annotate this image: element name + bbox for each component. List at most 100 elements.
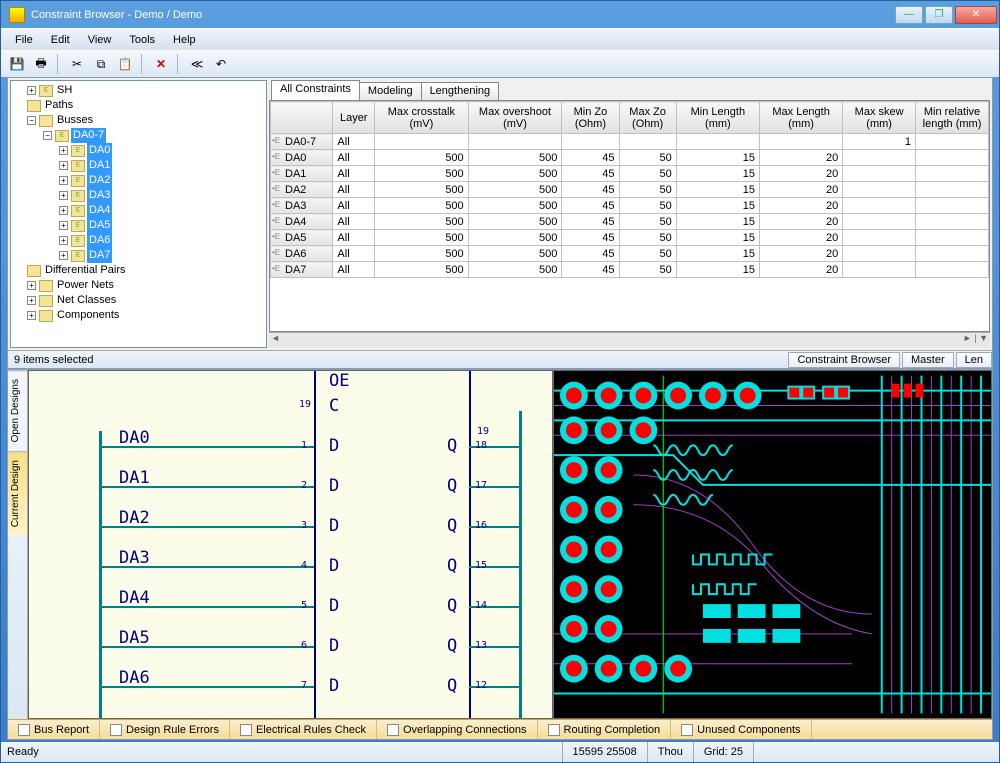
tab-overlapping[interactable]: Overlapping Connections xyxy=(377,720,538,739)
cell-layer[interactable]: All xyxy=(333,230,375,246)
cell-crosstalk[interactable] xyxy=(375,134,469,150)
cell-overshoot[interactable]: 500 xyxy=(468,198,562,214)
tab-all-constraints[interactable]: All Constraints xyxy=(271,80,360,100)
cell-maxlen[interactable]: 20 xyxy=(759,150,842,166)
cell-layer[interactable]: All xyxy=(333,150,375,166)
tab-unused[interactable]: Unused Components xyxy=(671,720,811,739)
tree-node-da7[interactable]: DA7 xyxy=(87,248,112,263)
print-icon[interactable]: 🖶 xyxy=(31,54,51,74)
cell-overshoot[interactable]: 500 xyxy=(468,150,562,166)
collapse-icon[interactable]: − xyxy=(27,116,36,125)
cell-maxlen[interactable]: 20 xyxy=(759,182,842,198)
cell-minzo[interactable] xyxy=(562,134,619,150)
cell-layer[interactable]: All xyxy=(333,166,375,182)
cell-minlen[interactable]: 15 xyxy=(676,182,759,198)
expand-icon[interactable]: + xyxy=(27,86,36,95)
grid-hscroll[interactable] xyxy=(269,332,990,348)
close-button[interactable]: ✕ xyxy=(955,6,997,24)
cell-crosstalk[interactable]: 500 xyxy=(375,182,469,198)
expand-icon[interactable]: + xyxy=(59,161,68,170)
cell-layer[interactable]: All xyxy=(333,262,375,278)
tree-node-components[interactable]: Components xyxy=(55,308,121,323)
tab-design-rule-errors[interactable]: Design Rule Errors xyxy=(100,720,230,739)
status-len[interactable]: Len xyxy=(956,352,992,368)
tree-node-sh[interactable]: SH xyxy=(55,83,74,98)
cell-overshoot[interactable]: 500 xyxy=(468,166,562,182)
cell-minzo[interactable]: 45 xyxy=(562,198,619,214)
cell-skew[interactable] xyxy=(843,166,916,182)
tree-node-netclasses[interactable]: Net Classes xyxy=(55,293,118,308)
col-overshoot[interactable]: Max overshoot (mV) xyxy=(468,102,562,134)
table-row[interactable]: DA0-7 All 1 xyxy=(271,134,989,150)
cell-maxzo[interactable] xyxy=(619,134,676,150)
row-net[interactable]: DA5 xyxy=(271,230,333,246)
cell-minzo[interactable]: 45 xyxy=(562,246,619,262)
cell-layer[interactable]: All xyxy=(333,182,375,198)
expand-icon[interactable]: + xyxy=(27,281,36,290)
pcb-canvas[interactable] xyxy=(554,371,991,718)
row-net[interactable]: DA7 xyxy=(271,262,333,278)
col-skew[interactable]: Max skew (mm) xyxy=(843,102,916,134)
table-row[interactable]: DA1 All 500 500 45 50 15 20 xyxy=(271,166,989,182)
tab-modeling[interactable]: Modeling xyxy=(359,82,422,100)
tree-node-da07[interactable]: DA0-7 xyxy=(71,128,106,143)
cell-skew[interactable] xyxy=(843,262,916,278)
expand-icon[interactable]: + xyxy=(59,206,68,215)
table-row[interactable]: DA0 All 500 500 45 50 15 20 xyxy=(271,150,989,166)
cut-icon[interactable]: ✂ xyxy=(67,54,87,74)
expand-icon[interactable]: + xyxy=(59,191,68,200)
row-net[interactable]: DA3 xyxy=(271,198,333,214)
col-maxlen[interactable]: Max Length (mm) xyxy=(759,102,842,134)
titlebar[interactable]: Constraint Browser - Demo / Demo — ❐ ✕ xyxy=(1,1,999,28)
cell-skew[interactable] xyxy=(843,198,916,214)
cell-minlen[interactable] xyxy=(676,134,759,150)
undo-icon[interactable]: ↶ xyxy=(211,54,231,74)
cell-crosstalk[interactable]: 500 xyxy=(375,150,469,166)
cell-rel[interactable] xyxy=(916,198,989,214)
expand-icon[interactable]: + xyxy=(59,236,68,245)
cell-overshoot[interactable]: 500 xyxy=(468,182,562,198)
collapse-icon[interactable]: − xyxy=(43,131,52,140)
row-net[interactable]: DA2 xyxy=(271,182,333,198)
table-row[interactable]: DA6 All 500 500 45 50 15 20 xyxy=(271,246,989,262)
menu-file[interactable]: File xyxy=(7,32,41,48)
table-row[interactable]: DA5 All 500 500 45 50 15 20 xyxy=(271,230,989,246)
expand-icon[interactable]: + xyxy=(59,146,68,155)
copy-icon[interactable]: ⧉ xyxy=(91,54,111,74)
cell-rel[interactable] xyxy=(916,230,989,246)
cell-minlen[interactable]: 15 xyxy=(676,230,759,246)
tree-node-da1[interactable]: DA1 xyxy=(87,158,112,173)
tree-node-da3[interactable]: DA3 xyxy=(87,188,112,203)
cell-skew[interactable] xyxy=(843,246,916,262)
cell-maxzo[interactable]: 50 xyxy=(619,214,676,230)
cell-rel[interactable] xyxy=(916,214,989,230)
cell-layer[interactable]: All xyxy=(333,246,375,262)
table-row[interactable]: DA3 All 500 500 45 50 15 20 xyxy=(271,198,989,214)
delete-icon[interactable]: ✕ xyxy=(151,54,171,74)
tree-node-paths[interactable]: Paths xyxy=(43,98,75,113)
tab-erc[interactable]: Electrical Rules Check xyxy=(230,720,377,739)
cell-minlen[interactable]: 15 xyxy=(676,214,759,230)
cell-crosstalk[interactable]: 500 xyxy=(375,246,469,262)
cell-minzo[interactable]: 45 xyxy=(562,214,619,230)
cell-skew[interactable] xyxy=(843,182,916,198)
vtab-open-designs[interactable]: Open Designs xyxy=(8,370,27,450)
cell-maxzo[interactable]: 50 xyxy=(619,246,676,262)
maximize-button[interactable]: ❐ xyxy=(925,6,953,24)
tree-node-diffpairs[interactable]: Differential Pairs xyxy=(43,263,128,278)
cell-maxlen[interactable]: 20 xyxy=(759,214,842,230)
save-icon[interactable]: 💾 xyxy=(7,54,27,74)
cell-minlen[interactable]: 15 xyxy=(676,246,759,262)
row-net[interactable]: DA0 xyxy=(271,150,333,166)
row-net[interactable]: DA4 xyxy=(271,214,333,230)
constraints-grid[interactable]: Layer Max crosstalk (mV) Max overshoot (… xyxy=(269,100,990,332)
col-net[interactable] xyxy=(271,102,333,134)
cell-maxzo[interactable]: 50 xyxy=(619,150,676,166)
cell-maxzo[interactable]: 50 xyxy=(619,182,676,198)
cell-minlen[interactable]: 15 xyxy=(676,166,759,182)
cell-maxzo[interactable]: 50 xyxy=(619,230,676,246)
cell-maxzo[interactable]: 50 xyxy=(619,198,676,214)
cell-crosstalk[interactable]: 500 xyxy=(375,262,469,278)
row-net[interactable]: DA0-7 xyxy=(271,134,333,150)
col-minrel[interactable]: Min relative length (mm) xyxy=(916,102,989,134)
